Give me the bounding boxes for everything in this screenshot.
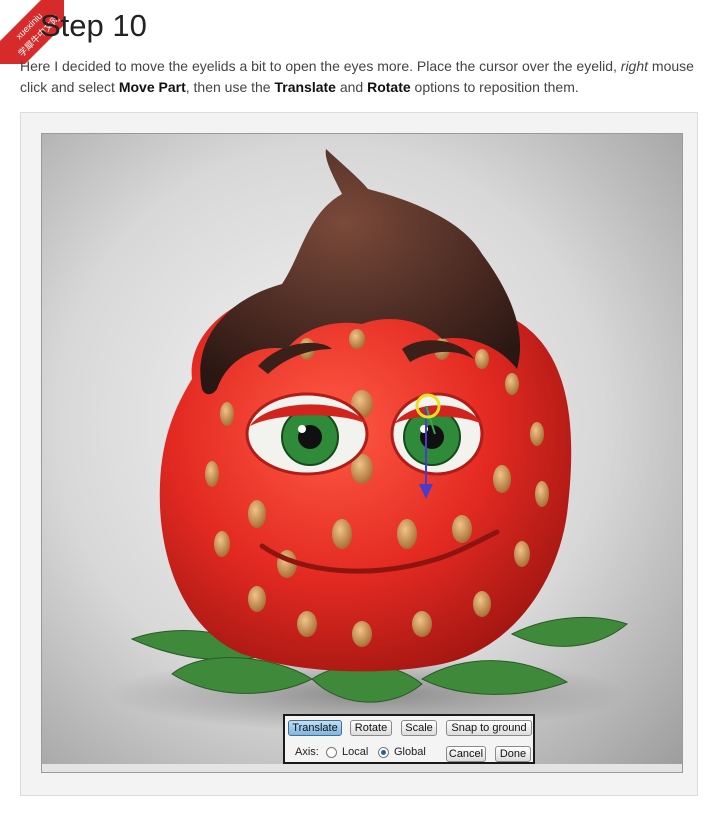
step-title: Step 10 [40,8,147,43]
scale-button[interactable]: Scale [401,720,437,736]
intro-text-5: options to reposition them. [410,79,579,95]
step-description: Here I decided to move the eyelids a bit… [20,56,710,98]
intro-rotate: Rotate [367,79,411,95]
strawberry-render [107,149,629,732]
global-label: Global [394,746,426,758]
floor-strip [42,764,682,772]
global-radio[interactable] [378,747,389,758]
intro-text-4: and [335,79,368,95]
3d-viewport[interactable]: Translate Rotate Scale Snap to ground Ax… [41,133,683,773]
snap-to-ground-button[interactable]: Snap to ground [446,720,532,736]
local-label: Local [342,746,369,758]
move-part-toolbar: Translate Rotate Scale Snap to ground Ax… [283,714,535,764]
intro-translate: Translate [274,79,336,95]
right-eye [390,392,484,476]
left-eye [245,392,369,476]
intro-move-part: Move Part [118,79,186,95]
intro-text-3: , then use the [185,79,275,95]
cancel-button[interactable]: Cancel [446,746,486,762]
intro-text-1: Here I decided to move the eyelids a bit… [20,58,621,74]
screenshot-frame: Translate Rotate Scale Snap to ground Ax… [20,112,698,796]
local-radio[interactable] [326,747,337,758]
done-button[interactable]: Done [495,746,531,762]
rotate-button[interactable]: Rotate [350,720,392,736]
axis-label: Axis: [295,746,319,758]
translate-button[interactable]: Translate [288,720,342,736]
intro-right: right [620,58,649,74]
